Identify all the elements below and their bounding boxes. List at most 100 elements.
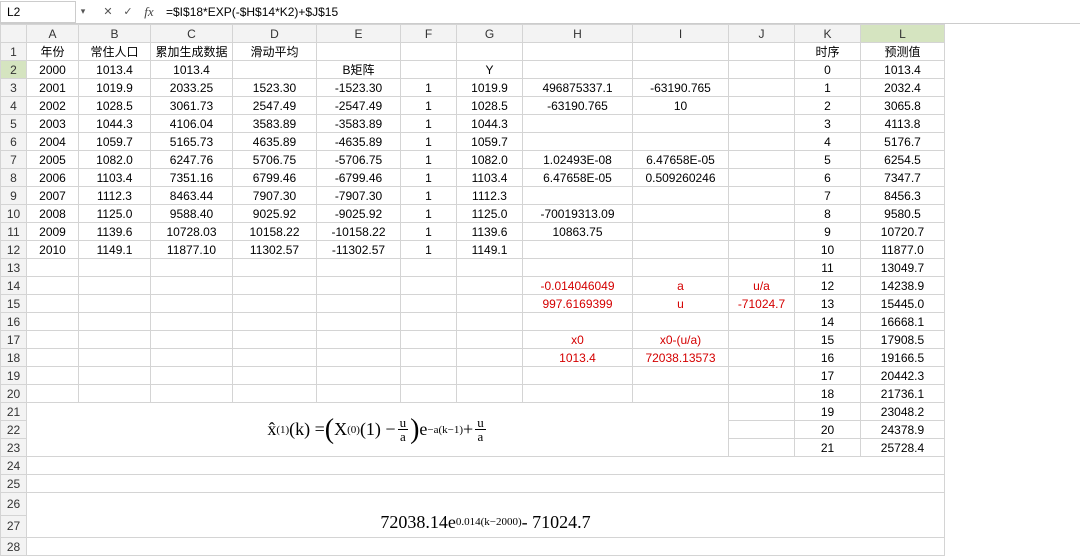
cell[interactable]: 6.47658E-05	[523, 169, 633, 187]
cell[interactable]: 1149.1	[457, 241, 523, 259]
cell[interactable]: 滑动平均	[233, 43, 317, 61]
cell[interactable]	[729, 151, 795, 169]
cell[interactable]: 1019.9	[79, 79, 151, 97]
row-header[interactable]: 22	[1, 421, 27, 439]
cell[interactable]: 9588.40	[151, 205, 233, 223]
formula-cancel-icon[interactable]: ✕	[98, 5, 118, 18]
cell[interactable]: 11877.0	[861, 241, 945, 259]
cell[interactable]	[457, 43, 523, 61]
cell[interactable]	[729, 223, 795, 241]
cell[interactable]: 16668.1	[861, 313, 945, 331]
cell[interactable]: 21	[795, 439, 861, 457]
col-header-D[interactable]: D	[233, 25, 317, 43]
cell[interactable]: -5706.75	[317, 151, 401, 169]
cell[interactable]: 1013.4	[523, 349, 633, 367]
cell[interactable]: 1028.5	[457, 97, 523, 115]
col-header-C[interactable]: C	[151, 25, 233, 43]
row-header[interactable]: 6	[1, 133, 27, 151]
cell[interactable]: 2006	[27, 169, 79, 187]
cell[interactable]: 13049.7	[861, 259, 945, 277]
cell[interactable]: 1103.4	[79, 169, 151, 187]
cell[interactable]	[523, 43, 633, 61]
cell[interactable]: -6799.46	[317, 169, 401, 187]
formula-confirm-icon[interactable]: ✓	[118, 5, 138, 18]
spreadsheet-grid[interactable]: A B C D E F G H I J K L 1 年份 常住人口 累加生成数据…	[0, 24, 1080, 556]
cell[interactable]: 0.509260246	[633, 169, 729, 187]
cell[interactable]: 12	[795, 277, 861, 295]
cell[interactable]: u/a	[729, 277, 795, 295]
cell[interactable]	[729, 241, 795, 259]
equation-2-cell[interactable]: 72038.14e 0.014(k−2000) - 71024.7	[27, 493, 945, 538]
cell[interactable]: 5706.75	[233, 151, 317, 169]
cell[interactable]: 9025.92	[233, 205, 317, 223]
cell[interactable]: 7347.7	[861, 169, 945, 187]
row-header[interactable]: 16	[1, 313, 27, 331]
row-header[interactable]: 5	[1, 115, 27, 133]
cell[interactable]	[729, 169, 795, 187]
row-header[interactable]: 26	[1, 493, 27, 516]
cell[interactable]: 1	[401, 97, 457, 115]
cell[interactable]	[633, 115, 729, 133]
equation-1-cell[interactable]: x̂(1)(k) = ( X(0)(1) − ua ) e −a(k−1) + …	[27, 403, 729, 457]
cell[interactable]	[729, 79, 795, 97]
cell[interactable]: 1	[401, 169, 457, 187]
cell[interactable]: 4635.89	[233, 133, 317, 151]
cell[interactable]: 8	[795, 205, 861, 223]
cell[interactable]	[633, 43, 729, 61]
cell[interactable]: 1044.3	[79, 115, 151, 133]
cell[interactable]: 累加生成数据	[151, 43, 233, 61]
cell[interactable]: Y	[457, 61, 523, 79]
cell[interactable]: 20	[795, 421, 861, 439]
cell[interactable]: 17908.5	[861, 331, 945, 349]
cell[interactable]: -2547.49	[317, 97, 401, 115]
cell[interactable]: 1112.3	[79, 187, 151, 205]
cell[interactable]: 23048.2	[861, 403, 945, 421]
cell[interactable]	[317, 43, 401, 61]
cell[interactable]: 13	[795, 295, 861, 313]
cell[interactable]: 2009	[27, 223, 79, 241]
cell[interactable]: 0	[795, 61, 861, 79]
name-box[interactable]: L2	[0, 1, 76, 23]
row-header[interactable]: 24	[1, 457, 27, 475]
cell[interactable]: 1019.9	[457, 79, 523, 97]
cell[interactable]: 1059.7	[457, 133, 523, 151]
cell[interactable]: 1112.3	[457, 187, 523, 205]
cell[interactable]: -71024.7	[729, 295, 795, 313]
cell[interactable]	[523, 115, 633, 133]
cell[interactable]: 20442.3	[861, 367, 945, 385]
cell[interactable]: 1059.7	[79, 133, 151, 151]
cell[interactable]: 21736.1	[861, 385, 945, 403]
cell[interactable]: 5176.7	[861, 133, 945, 151]
row-header[interactable]: 25	[1, 475, 27, 493]
cell[interactable]: 1	[401, 205, 457, 223]
cell[interactable]: 11	[795, 259, 861, 277]
col-header-H[interactable]: H	[523, 25, 633, 43]
cell[interactable]	[729, 133, 795, 151]
cell[interactable]: 7351.16	[151, 169, 233, 187]
cell[interactable]	[729, 205, 795, 223]
row-header[interactable]: 4	[1, 97, 27, 115]
cell[interactable]: 6254.5	[861, 151, 945, 169]
cell[interactable]	[401, 61, 457, 79]
cell[interactable]: 1013.4	[861, 61, 945, 79]
row-header[interactable]: 3	[1, 79, 27, 97]
cell[interactable]: 2547.49	[233, 97, 317, 115]
col-header-A[interactable]: A	[27, 25, 79, 43]
cell[interactable]	[729, 43, 795, 61]
cell[interactable]	[633, 133, 729, 151]
cell[interactable]: -70019313.09	[523, 205, 633, 223]
cell[interactable]: 10720.7	[861, 223, 945, 241]
cell[interactable]: 3061.73	[151, 97, 233, 115]
cell[interactable]: -63190.765	[523, 97, 633, 115]
cell[interactable]: 10863.75	[523, 223, 633, 241]
cell[interactable]: 17	[795, 367, 861, 385]
cell[interactable]: 2003	[27, 115, 79, 133]
row-header[interactable]: 23	[1, 439, 27, 457]
cell[interactable]: -4635.89	[317, 133, 401, 151]
cell[interactable]	[233, 61, 317, 79]
cell[interactable]: B矩阵	[317, 61, 401, 79]
col-header-G[interactable]: G	[457, 25, 523, 43]
cell[interactable]: 1082.0	[79, 151, 151, 169]
cell[interactable]: 1.02493E-08	[523, 151, 633, 169]
cell[interactable]: 7907.30	[233, 187, 317, 205]
